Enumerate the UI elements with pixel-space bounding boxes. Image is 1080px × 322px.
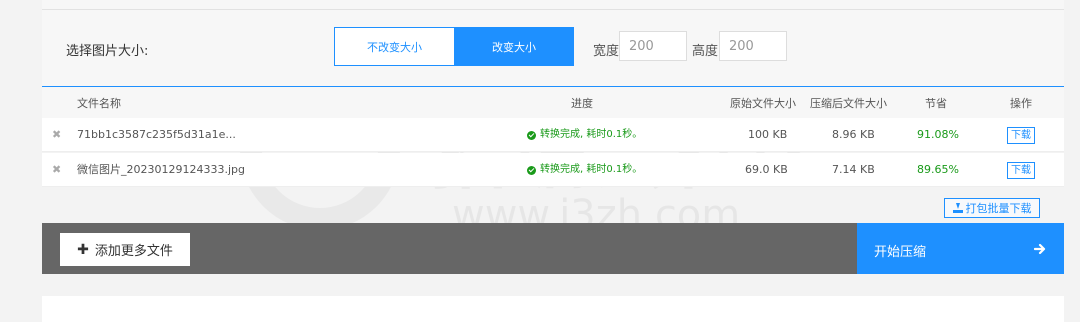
add-files-label: 添加更多文件 [94,244,173,259]
header-saved: 节省 [925,97,947,110]
header-progress: 进度 [571,97,593,110]
status-label: 转换完成, 耗时0.1秒。 [540,129,643,140]
download-icon [952,203,963,213]
resize-option[interactable]: 改变大小 [454,27,574,66]
width-input[interactable] [619,31,687,61]
check-circle-icon [527,165,536,175]
plus-icon: ✚ [77,241,89,258]
divider [42,9,1064,10]
batch-download-button[interactable]: 打包批量下载 [944,198,1040,218]
status-text: 转换完成, 耗时0.1秒。 [527,118,642,152]
status-text: 转换完成, 耗时0.1秒。 [527,153,642,187]
resize-label: 选择图片大小: [66,44,149,59]
height-label: 高度 [692,44,719,59]
add-files-button[interactable]: ✚ 添加更多文件 [60,233,190,266]
header-original-size: 原始文件大小 [730,97,796,110]
table-row: ✖ 71bb1c3587c235f5d31a1e... 转换完成, 耗时0.1秒… [42,118,1064,152]
height-input[interactable] [719,31,787,61]
arrow-right-icon [1034,243,1046,255]
close-icon[interactable]: ✖ [52,153,61,187]
table-header [42,87,1064,118]
header-action: 操作 [1010,97,1032,110]
compressed-size: 8.96 KB [832,128,875,141]
download-button[interactable]: 下载 [1007,162,1035,179]
start-compress-button[interactable]: 开始压缩 [857,223,1064,274]
width-label: 宽度 [593,44,620,59]
check-circle-icon [527,130,536,140]
saved-percent: 89.65% [917,163,959,176]
header-compressed-size: 压缩后文件大小 [810,97,887,110]
download-button[interactable]: 下载 [1007,127,1035,144]
original-size: 69.0 KB [745,163,788,176]
header-name: 文件名称 [77,97,121,110]
start-compress-label: 开始压缩 [874,245,927,260]
no-resize-option[interactable]: 不改变大小 [334,27,454,66]
compressed-size: 7.14 KB [832,163,875,176]
file-name: 71bb1c3587c235f5d31a1e... [77,128,236,141]
table-row: ✖ 微信图片_20230129124333.jpg 转换完成, 耗时0.1秒。 … [42,153,1064,187]
bottom-panel [42,296,1064,322]
batch-download-label: 打包批量下载 [965,202,1032,215]
status-label: 转换完成, 耗时0.1秒。 [540,164,643,175]
file-name: 微信图片_20230129124333.jpg [77,163,245,176]
close-icon[interactable]: ✖ [52,118,61,152]
saved-percent: 91.08% [917,128,959,141]
original-size: 100 KB [748,128,788,141]
